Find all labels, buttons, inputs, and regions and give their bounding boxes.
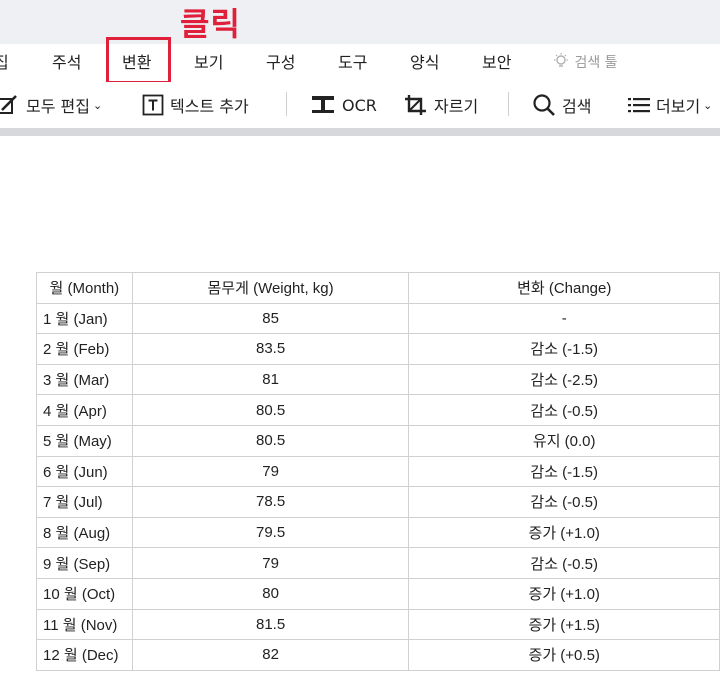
cell-change: 증가 (+1.0) (408, 577, 720, 610)
cell-month: 11 월 (Nov) (36, 608, 133, 641)
menu-organize[interactable]: 구성 (266, 44, 295, 82)
crop-icon (404, 94, 428, 116)
search-icon (532, 93, 556, 117)
menu-tools[interactable]: 도구 (338, 44, 367, 82)
table-row: 8 월 (Aug) 79.5 증가 (+1.0) (36, 516, 720, 549)
menu-security[interactable]: 보안 (482, 44, 511, 82)
cell-month: 12 월 (Dec) (36, 639, 133, 671)
cell-weight: 80.5 (131, 394, 410, 426)
add-text-button[interactable]: 텍스트 추가 (142, 82, 249, 128)
cell-month: 2 월 (Feb) (36, 333, 133, 365)
menu-forms[interactable]: 양식 (410, 44, 439, 82)
search-label: 검색 (562, 97, 592, 116)
table-row: 1 월 (Jan) 85 - (36, 302, 720, 335)
cell-change: 감소 (-2.5) (408, 363, 720, 396)
header-month: 월 (Month) (36, 272, 133, 304)
chevron-down-icon: ⌄ (703, 98, 713, 112)
cell-change: 감소 (-0.5) (408, 486, 720, 518)
pencil-edit-icon (0, 94, 20, 116)
table-row: 10 월 (Oct) 80 증가 (+1.0) (36, 577, 720, 610)
cell-change: 감소 (-1.5) (408, 333, 720, 365)
table-row: 9 월 (Sep) 79 감소 (-0.5) (36, 547, 720, 579)
cell-month: 7 월 (Jul) (36, 486, 133, 518)
cell-change: 증가 (+0.5) (408, 639, 720, 671)
add-text-label: 텍스트 추가 (170, 97, 249, 116)
cell-change: 감소 (-0.5) (408, 547, 720, 579)
cell-weight: 78.5 (131, 486, 410, 518)
cell-weight: 79.5 (131, 516, 410, 549)
table-header-row: 월 (Month) 몸무게 (Weight, kg) 변화 (Change) (36, 272, 720, 304)
more-label: 더보기 (656, 97, 701, 116)
toolbar-underline (0, 128, 720, 136)
click-annotation: 클릭 (180, 5, 241, 43)
text-box-icon (142, 94, 164, 116)
cell-weight: 81 (131, 363, 410, 396)
cell-month: 1 월 (Jan) (36, 302, 133, 335)
menu-view[interactable]: 보기 (194, 44, 223, 82)
table-row: 2 월 (Feb) 83.5 감소 (-1.5) (36, 333, 720, 365)
cell-month: 9 월 (Sep) (36, 547, 133, 579)
cell-month: 3 월 (Mar) (36, 363, 133, 396)
list-menu-icon (628, 95, 650, 115)
cell-change: - (408, 302, 720, 335)
search-button[interactable]: 검색 (532, 82, 591, 128)
table-row: 4 월 (Apr) 80.5 감소 (-0.5) (36, 394, 720, 426)
cell-month: 6 월 (Jun) (36, 455, 133, 488)
cell-weight: 82 (131, 639, 410, 671)
menu-edit-partial[interactable]: 집 (0, 44, 9, 82)
ocr-button[interactable]: OCR (310, 82, 377, 128)
search-tools-button[interactable]: 검색 툴 (552, 44, 618, 82)
toolbar-divider (286, 92, 287, 116)
table-row: 6 월 (Jun) 79 감소 (-1.5) (36, 455, 720, 488)
cell-weight: 79 (131, 455, 410, 488)
crop-button[interactable]: 자르기 (404, 82, 478, 128)
toolbar-divider (508, 92, 509, 116)
table-row: 5 월 (May) 80.5 유지 (0.0) (36, 424, 720, 457)
more-button[interactable]: 더보기 ⌄ (628, 82, 712, 128)
cell-weight: 85 (131, 302, 410, 335)
cell-change: 증가 (+1.0) (408, 516, 720, 549)
cell-month: 10 월 (Oct) (36, 577, 133, 610)
cell-change: 감소 (-0.5) (408, 394, 720, 426)
cell-month: 8 월 (Aug) (36, 516, 133, 549)
lightbulb-icon (552, 53, 574, 71)
cell-weight: 79 (131, 547, 410, 579)
table-row: 3 월 (Mar) 81 감소 (-2.5) (36, 363, 720, 396)
weight-table: 월 (Month) 몸무게 (Weight, kg) 변화 (Change) 1… (36, 272, 720, 671)
click-highlight-box (106, 37, 171, 84)
cell-weight: 83.5 (131, 333, 410, 365)
cell-change: 감소 (-1.5) (408, 455, 720, 488)
cell-weight: 81.5 (131, 608, 410, 641)
header-weight: 몸무게 (Weight, kg) (131, 272, 410, 304)
edit-all-label: 모두 편집 (26, 97, 90, 116)
ocr-label: OCR (342, 95, 377, 115)
edit-all-button[interactable]: 모두 편집 ⌄ (0, 82, 102, 128)
cell-month: 4 월 (Apr) (36, 394, 133, 426)
table-row: 12 월 (Dec) 82 증가 (+0.5) (36, 639, 720, 671)
cell-change: 유지 (0.0) (408, 424, 720, 457)
search-tools-label: 검색 툴 (574, 55, 618, 71)
toolbar: 모두 편집 ⌄ 텍스트 추가 OCR 자르기 검색 더보기 ⌄ (0, 82, 720, 128)
ocr-icon (310, 94, 336, 116)
menu-annotate[interactable]: 주석 (52, 44, 81, 82)
cell-weight: 80 (131, 577, 410, 610)
crop-label: 자르기 (434, 97, 479, 116)
chevron-down-icon: ⌄ (92, 98, 103, 112)
table-row: 11 월 (Nov) 81.5 증가 (+1.5) (36, 608, 720, 641)
cell-change: 증가 (+1.5) (408, 608, 720, 641)
cell-weight: 80.5 (131, 424, 410, 457)
table-row: 7 월 (Jul) 78.5 감소 (-0.5) (36, 486, 720, 518)
cell-month: 5 월 (May) (36, 424, 133, 457)
header-change: 변화 (Change) (408, 272, 720, 304)
